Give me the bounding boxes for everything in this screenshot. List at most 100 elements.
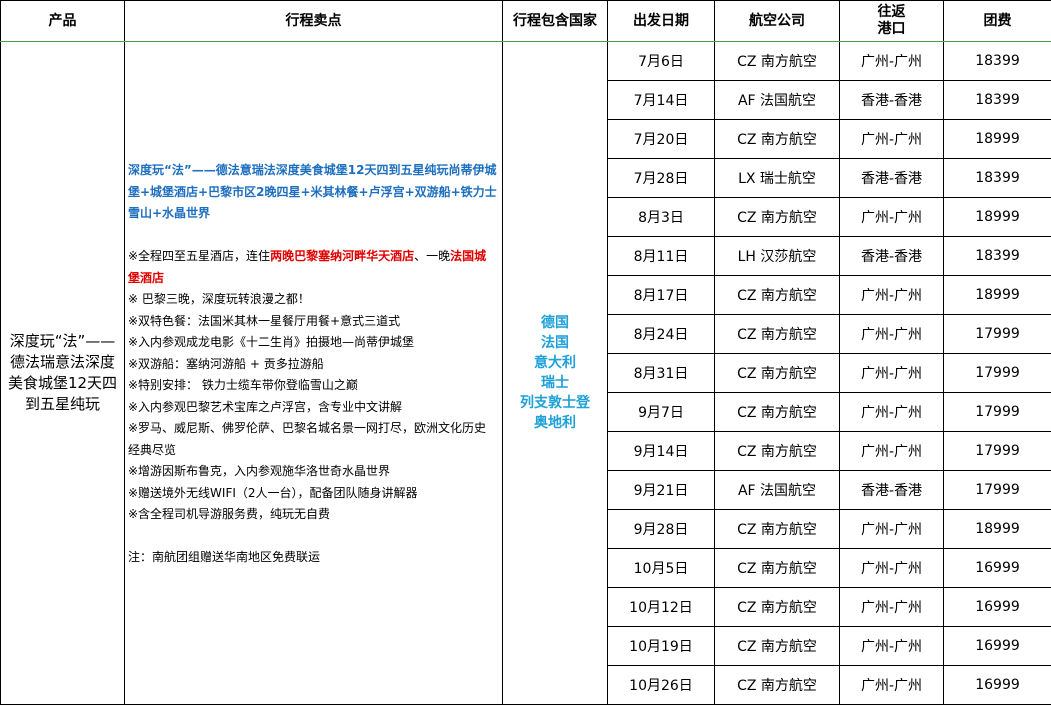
bullet-item: ※双游船：塞纳河游船 + 贡多拉游船 [128, 356, 324, 371]
bullet-item: ※双特色餐：法国米其林一星餐厅用餐+意式三道式 [128, 313, 401, 328]
airline-cell: CZ 南方航空 [714, 314, 840, 354]
port-cell: 广州-广州 [839, 275, 944, 315]
highlights-cell: 深度玩“法”——德法意瑞法深度美食城堡12天四到五星纯玩尚蒂伊城堡+城堡酒店+巴… [124, 41, 503, 705]
airline-cell: CZ 南方航空 [714, 665, 840, 705]
country: 法国 [541, 335, 569, 351]
departure-date-cell: 10月19日 [607, 626, 715, 666]
header-port-line2: 港口 [877, 21, 906, 37]
price-cell: 17999 [943, 353, 1051, 393]
price-cell: 17999 [943, 314, 1051, 354]
airline-cell: CZ 南方航空 [714, 41, 840, 81]
departure-date-cell: 8月17日 [607, 275, 715, 315]
bullet-item: ※赠送境外无线WIFI（2人一台），配备团队随身讲解器 [128, 485, 418, 500]
airline-cell: AF 法国航空 [714, 470, 840, 510]
departure-date-cell: 7月28日 [607, 158, 715, 198]
country: 奥地利 [534, 415, 576, 431]
departure-date-cell: 10月12日 [607, 587, 715, 627]
port-cell: 广州-广州 [839, 197, 944, 237]
bullet-item: ※增游因斯布鲁克，入内参观施华洛世奇水晶世界 [128, 464, 391, 478]
port-cell: 香港-香港 [839, 158, 944, 198]
header-row: 产品 行程卖点 行程包含国家 出发日期 航空公司 往返 港口 团费 [0, 0, 1051, 42]
bullet-item: ※罗马、威尼斯、佛罗伦萨、巴黎名城名景一网打尽，欧洲文化历史经典尽览 [128, 421, 487, 457]
header-product: 产品 [0, 0, 125, 42]
price-cell: 18399 [943, 80, 1051, 120]
price-cell: 18999 [943, 197, 1051, 237]
price-cell: 16999 [943, 548, 1051, 588]
header-price: 团费 [943, 0, 1051, 42]
departure-date-cell: 7月20日 [607, 119, 715, 159]
airline-cell: CZ 南方航空 [714, 392, 840, 432]
airline-cell: CZ 南方航空 [714, 119, 840, 159]
airline-cell: CZ 南方航空 [714, 431, 840, 471]
departure-date-cell: 7月6日 [607, 41, 715, 81]
port-cell: 广州-广州 [839, 119, 944, 159]
header-countries: 行程包含国家 [502, 0, 608, 42]
departure-date-cell: 7月14日 [607, 80, 715, 120]
airline-cell: CZ 南方航空 [714, 353, 840, 393]
bullet-item: ※特别安排： 铁力士缆车带你登临雪山之巅 [128, 378, 358, 392]
header-date: 出发日期 [607, 0, 715, 42]
departure-date-cell: 9月28日 [607, 509, 715, 549]
port-cell: 广州-广州 [839, 548, 944, 588]
price-cell: 18999 [943, 119, 1051, 159]
hotel-prefix: ※全程四至五星酒店，连住 [128, 249, 271, 263]
airline-cell: LH 汉莎航空 [714, 236, 840, 276]
departure-date-cell: 10月26日 [607, 665, 715, 705]
hotel-line: ※全程四至五星酒店，连住两晚巴黎塞纳河畔华天酒店、一晚法国城堡酒店 [128, 246, 498, 289]
hotel-mid: 、一晚 [414, 249, 451, 263]
itinerary-table: 产品 行程卖点 行程包含国家 出发日期 航空公司 往返 港口 团费 深度玩“法”… [0, 0, 1051, 705]
price-cell: 18399 [943, 236, 1051, 276]
country: 瑞士 [541, 375, 569, 391]
bullet-item: ※入内参观巴黎艺术宝库之卢浮宫，含专业中文讲解 [128, 399, 403, 414]
country: 意大利 [534, 355, 576, 371]
port-cell: 广州-广州 [839, 665, 944, 705]
country: 列支敦士登 [520, 395, 590, 411]
price-cell: 16999 [943, 626, 1051, 666]
price-cell: 17999 [943, 470, 1051, 510]
hotel-red-1: 两晚巴黎塞纳河畔华天酒店 [270, 249, 415, 263]
port-cell: 广州-广州 [839, 587, 944, 627]
port-cell: 广州-广州 [839, 431, 944, 471]
table-body: 深度玩“法”——德法瑞意法深度美食城堡12天四到五星纯玩 深度玩“法”——德法意… [0, 41, 1051, 705]
table-row: 深度玩“法”——德法瑞意法深度美食城堡12天四到五星纯玩 深度玩“法”——德法意… [0, 41, 1051, 705]
port-cell: 广州-广州 [839, 626, 944, 666]
note: 注：南航团组赠送华南地区免费联运 [128, 550, 321, 564]
product-name: 深度玩“法”——德法瑞意法深度美食城堡12天四到五星纯玩 [7, 332, 118, 413]
departure-date-cell: 8月24日 [607, 314, 715, 354]
airline-cell: CZ 南方航空 [714, 197, 840, 237]
port-cell: 香港-香港 [839, 470, 944, 510]
airline-cell: CZ 南方航空 [714, 509, 840, 549]
price-cell: 17999 [943, 392, 1051, 432]
bullet-item: ※ 巴黎三晚，深度玩转浪漫之都！ [128, 292, 310, 306]
country: 德国 [541, 315, 569, 331]
price-cell: 18399 [943, 158, 1051, 198]
header-port: 往返 港口 [839, 0, 944, 42]
port-cell: 香港-香港 [839, 80, 944, 120]
port-cell: 广州-广州 [839, 41, 944, 81]
airline-cell: LX 瑞士航空 [714, 158, 840, 198]
product-name-cell: 深度玩“法”——德法瑞意法深度美食城堡12天四到五星纯玩 [0, 41, 125, 705]
price-cell: 18999 [943, 275, 1051, 315]
airline-cell: CZ 南方航空 [714, 275, 840, 315]
highlights-title: 深度玩“法”——德法意瑞法深度美食城堡12天四到五星纯玩尚蒂伊城堡+城堡酒店+巴… [128, 163, 497, 220]
airline-cell: CZ 南方航空 [714, 587, 840, 627]
price-cell: 16999 [943, 587, 1051, 627]
departure-date-cell: 8月11日 [607, 236, 715, 276]
departure-date-cell: 10月5日 [607, 548, 715, 588]
price-cell: 18399 [943, 41, 1051, 81]
departure-date-cell: 9月21日 [607, 470, 715, 510]
bullet-item: ※入内参观成龙电影《十二生肖》拍摄地—尚蒂伊城堡 [128, 335, 415, 349]
airline-cell: AF 法国航空 [714, 80, 840, 120]
header-port-line1: 往返 [877, 4, 906, 20]
port-cell: 广州-广州 [839, 392, 944, 432]
departure-date-cell: 9月7日 [607, 392, 715, 432]
airline-cell: CZ 南方航空 [714, 626, 840, 666]
countries-cell: 德国 法国 意大利 瑞士 列支敦士登 奥地利 [502, 41, 608, 705]
port-cell: 香港-香港 [839, 236, 944, 276]
bullet-item: ※含全程司机导游服务费，纯玩无自费 [128, 507, 331, 521]
price-cell: 17999 [943, 431, 1051, 471]
airline-cell: CZ 南方航空 [714, 548, 840, 588]
departure-date-cell: 8月3日 [607, 197, 715, 237]
header-airline: 航空公司 [714, 0, 840, 42]
